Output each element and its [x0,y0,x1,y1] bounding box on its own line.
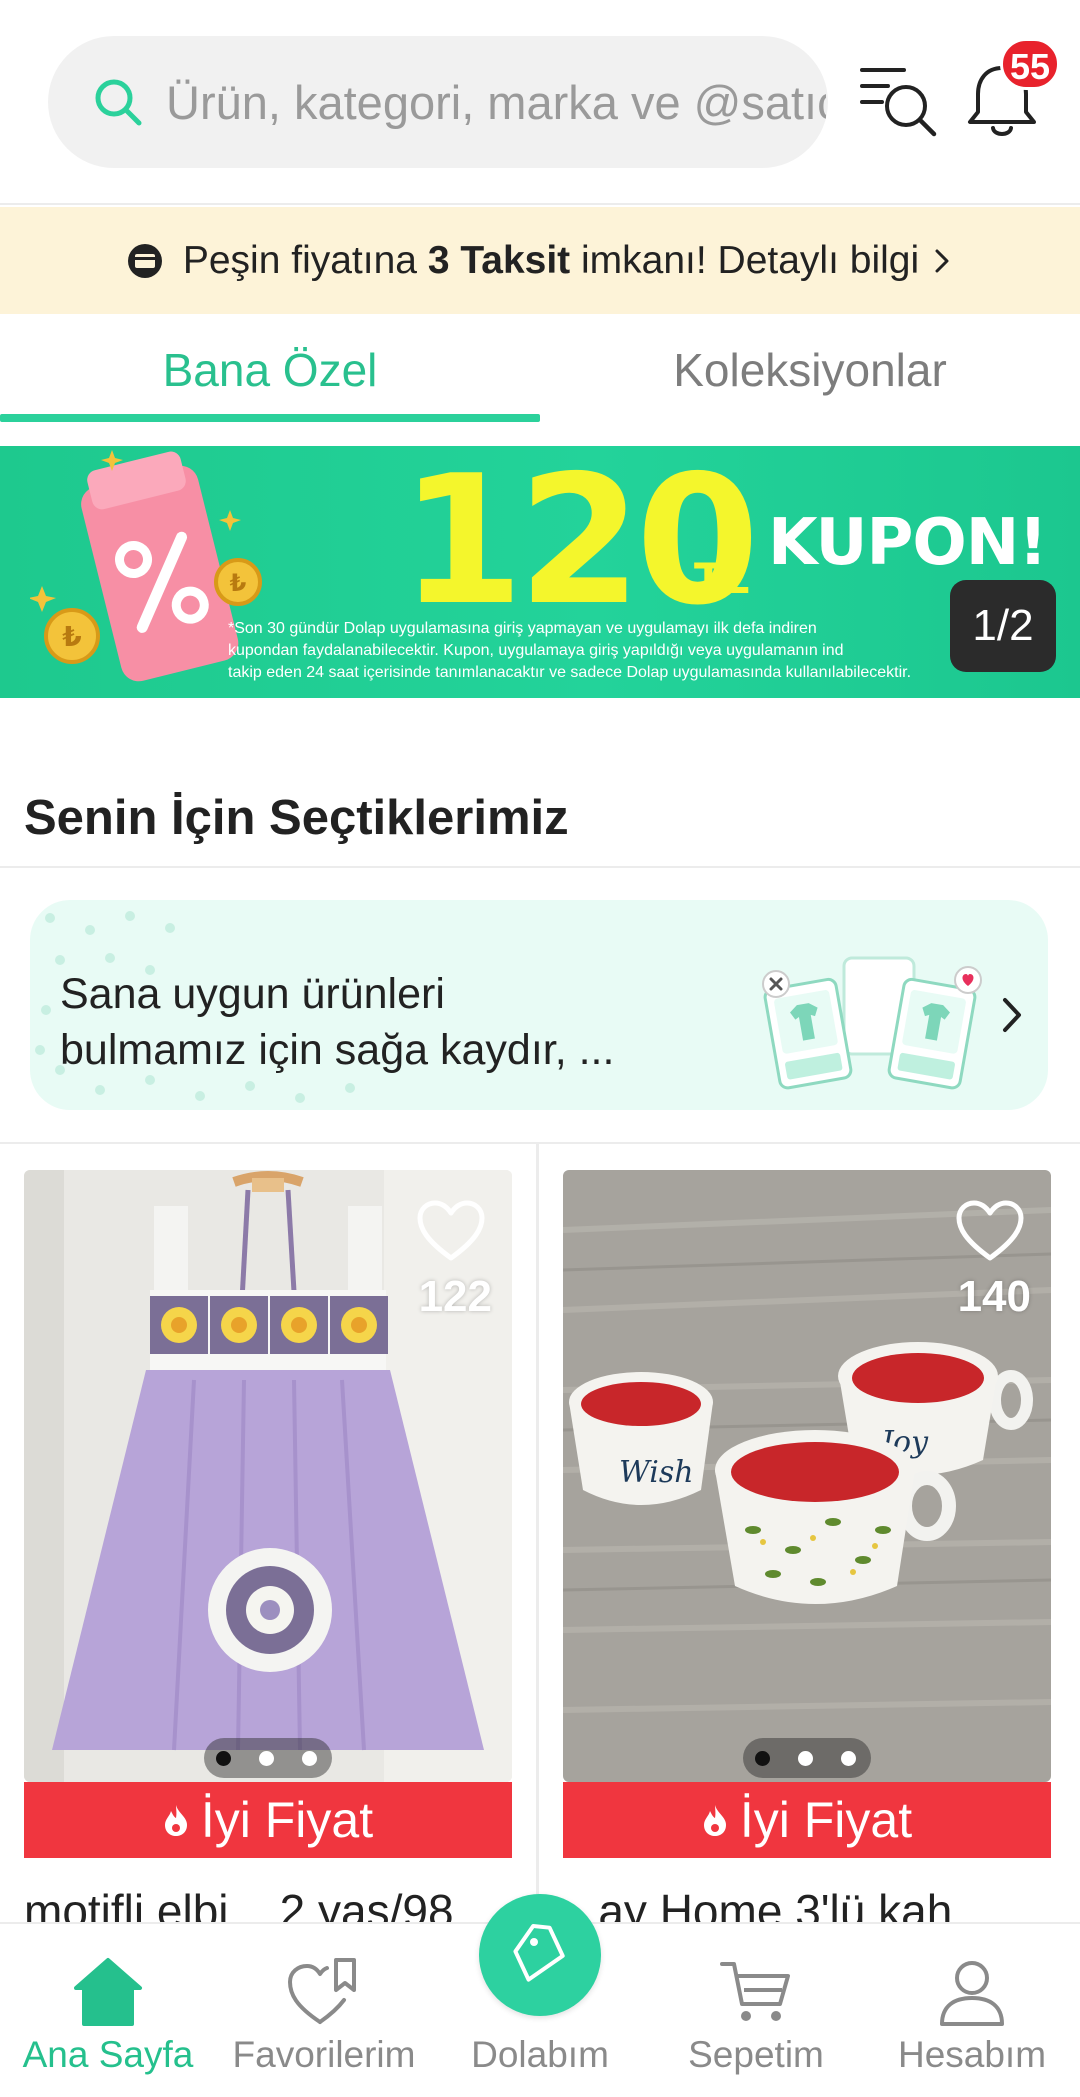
chevron-right-icon [1003,998,1021,1032]
image-carousel-dots [743,1738,871,1778]
chevron-right-icon [935,249,949,272]
svg-text:₺: ₺ [62,620,81,653]
search-icon [95,79,142,126]
notification-badge: 55 [1000,38,1060,90]
nav-label: Dolabım [471,2034,609,2075]
search-input[interactable] [166,36,826,168]
credit-card-icon [127,243,162,278]
nav-label: Ana Sayfa [22,2034,194,2075]
coupon-currency: TL [694,554,750,603]
divider [0,866,1080,868]
nav-label: Sepetim [688,2034,824,2075]
filter-search-icon[interactable] [858,62,940,142]
installment-promo-banner[interactable]: Peşin fiyatına 3 Taksit imkanı! Detaylı … [0,207,1080,314]
heart-bookmark-icon [288,1958,356,2024]
coupon-banner[interactable]: ₺ ₺ 120 TL KUPON! *Son 30 gündür Dolap u… [0,446,1080,698]
tab-bana-ozel[interactable]: Bana Özel [0,314,540,422]
product-image[interactable]: 122 [24,1170,512,1782]
swipe-line: Sana uygun ürünleri [60,970,445,1018]
divider [0,1142,1080,1144]
nav-ana-sayfa[interactable]: Ana Sayfa [0,1924,216,2097]
heart-icon[interactable] [416,1200,486,1262]
promo-text-end: imkanı! Detaylı bilgi [570,238,920,282]
top-header: 55 [0,0,1080,205]
good-price-label: İyi Fiyat [739,1792,913,1848]
good-price-tag: İyi Fiyat [563,1782,1051,1858]
tag-icon [513,1923,565,1982]
heart-icon[interactable] [955,1200,1025,1262]
divider [536,1142,539,1942]
product-card[interactable]: 122 İyi Fiyat [24,1170,512,1860]
image-carousel-dots [204,1738,332,1778]
tab-bar: Bana Özel Koleksiyonlar [0,314,1080,422]
nav-hesabim[interactable]: Hesabım [864,1924,1080,2097]
tab-koleksiyonlar[interactable]: Koleksiyonlar [540,314,1080,422]
coupon-amount: 120 [400,446,760,644]
active-tab-indicator [0,414,540,422]
swipe-line: bulmamız için sağa kaydır, ... [60,1026,615,1074]
nav-label: Favorilerim [232,2034,416,2075]
home-icon [74,1958,142,2026]
coupon-headline: KUPON! [768,506,1047,580]
section-title: Senin İçin Seçtiklerimiz [24,791,569,845]
nav-label: Hesabım [897,2034,1047,2075]
like-count: 122 [418,1272,492,1321]
dolabim-fab-button[interactable] [479,1894,601,2016]
svg-text:Wish: Wish [619,1455,694,1490]
search-bar[interactable] [48,36,828,168]
cart-icon [720,1962,790,2021]
good-price-tag: İyi Fiyat [24,1782,512,1858]
product-image[interactable]: Wish Joy 140 [563,1170,1051,1782]
good-price-label: İyi Fiyat [200,1792,374,1848]
nav-favorilerim[interactable]: Favorilerim [216,1924,432,2097]
nav-sepetim[interactable]: Sepetim [648,1924,864,2097]
like-count: 140 [957,1272,1031,1321]
svg-text:₺: ₺ [230,569,247,597]
product-card[interactable]: Wish Joy 140 İyi Fiyat [563,1170,1051,1860]
swipe-suggestion-text: Sana uygun ürünleri bulmamız için sağa k… [60,966,760,1078]
flame-icon [703,1805,726,1836]
flame-icon [164,1805,187,1836]
promo-text-bold: 3 Taksit [427,238,571,282]
swipe-suggestion-card[interactable]: Sana uygun ürünleri bulmamız için sağa k… [30,900,1048,1110]
swipe-cards-icon [762,956,982,1090]
promo-text-start: Peşin fiyatına [182,238,428,282]
user-icon [940,1961,1004,2026]
banner-pager: 1/2 [950,580,1056,672]
